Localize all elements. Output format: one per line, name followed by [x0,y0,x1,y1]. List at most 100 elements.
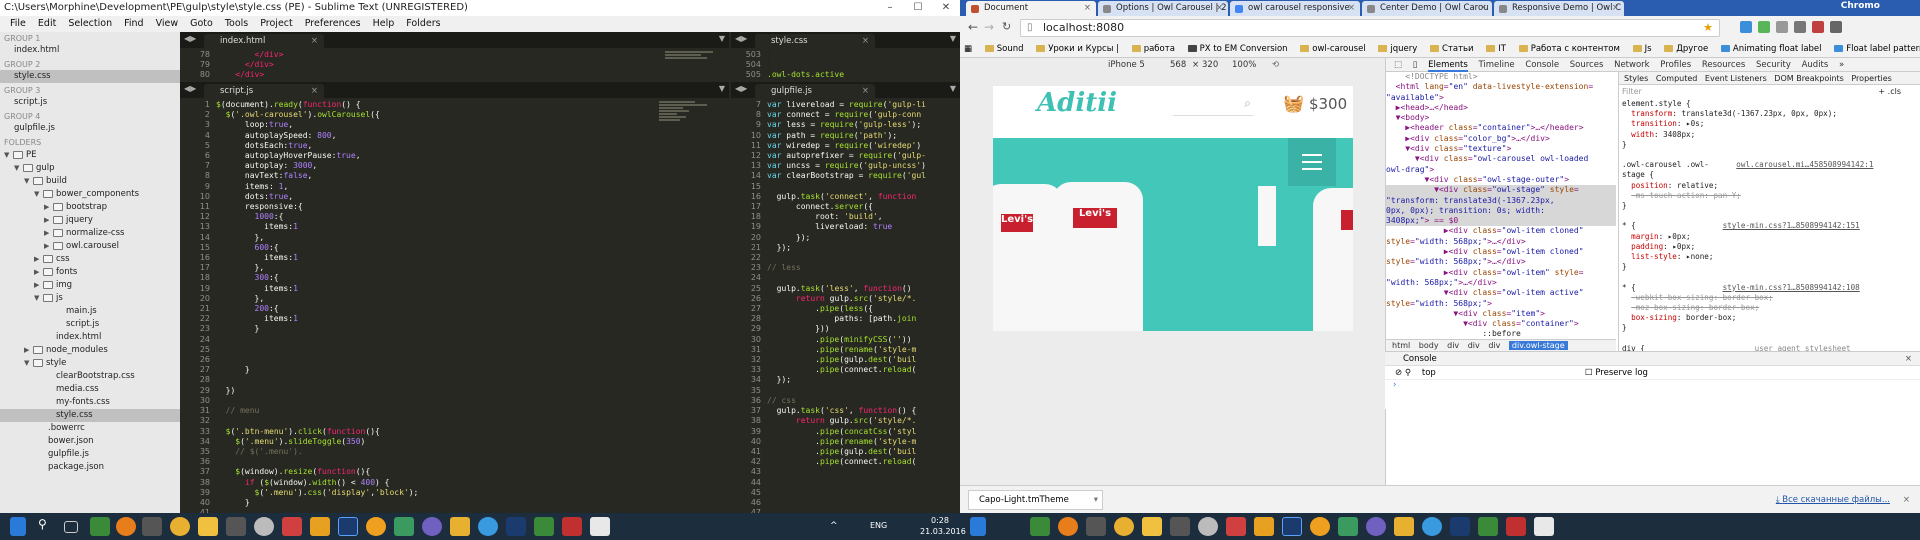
tree-file[interactable]: bower.json [0,435,180,448]
menu-icon[interactable] [1830,21,1842,33]
expand-icon[interactable]: ▼ [34,188,43,201]
app-icon[interactable] [1254,517,1274,536]
app-icon[interactable] [90,517,110,536]
tab-style-css[interactable]: style.css × [755,34,875,48]
app-icon[interactable] [1086,517,1106,536]
tree-file[interactable]: style.css [0,409,180,422]
tab-options[interactable]: Options | Owl Carousel | 2 × [1098,1,1228,16]
bookmark-item[interactable]: Уроки и Курсы | [1036,44,1119,54]
inspect-icon[interactable]: ⬚ [1394,60,1402,70]
app-icon[interactable] [1338,517,1358,536]
tab-gulpfile-js[interactable]: gulpfile.js × [755,84,875,98]
expand-icon[interactable]: ▼ [34,292,43,305]
tree-folder[interactable]: ▶ bootstrap [0,201,180,214]
collapse-icon[interactable]: ▶ [34,253,43,266]
menu-selection[interactable]: Selection [62,16,118,32]
tab-index-html[interactable]: index.html × [204,34,324,48]
app-icon[interactable] [282,517,302,536]
tray-chevron-icon[interactable]: ^ [830,521,838,531]
crumb[interactable]: body [1419,341,1439,350]
tab-document[interactable]: Document × [966,1,1096,16]
editor-pane-script[interactable]: ◀▶ script.js × ▼ 1 2 3 4 5 6 7 8 9 10 11 12 13 14 15 16 1… [180,82,729,513]
tree-folder[interactable]: ▶ fonts [0,266,180,279]
minimize-icon[interactable]: – [876,0,904,16]
app-icon[interactable] [394,517,414,536]
language-indicator[interactable]: ENG [870,521,887,530]
minimap[interactable] [659,100,719,122]
tab-scroll-left-icon[interactable]: ◀▶ [184,84,196,93]
explorer-icon[interactable] [1142,517,1162,536]
expand-icon[interactable]: ▼ [24,357,33,370]
photoshop-icon[interactable] [1282,517,1302,536]
tree-folder[interactable]: ▼ PE [0,149,180,162]
app-icon[interactable] [1534,517,1554,536]
app-icon[interactable] [1030,517,1050,536]
app-icon[interactable] [1394,517,1414,536]
chrome-icon[interactable] [1114,517,1134,536]
site-logo[interactable]: Aditii [1037,88,1117,118]
menu-goto[interactable]: Goto [184,16,219,32]
menu-edit[interactable]: Edit [32,16,62,32]
app-icon[interactable] [562,517,582,536]
hamburger-menu-button[interactable] [1288,138,1336,186]
tab-elements[interactable]: Elements [1428,60,1468,72]
tab-dom-breakpoints[interactable]: DOM Breakpoints [1774,74,1844,83]
device-height[interactable]: 320 [1202,58,1218,72]
minimap[interactable] [665,50,725,60]
tab-profiles[interactable]: Profiles [1660,60,1691,70]
collapse-icon[interactable]: ▶ [34,279,43,292]
close-icon[interactable]: × [1903,486,1910,513]
profile-name[interactable]: Chromo [1841,1,1880,11]
tab-audits[interactable]: Audits [1802,60,1829,70]
menu-project[interactable]: Project [254,16,299,32]
bookmark-item[interactable]: Float label pattern op [1834,44,1920,54]
collapse-icon[interactable]: ▶ [24,344,33,357]
back-icon[interactable]: ← [968,20,978,34]
tree-folder[interactable]: ▼ bower_components [0,188,180,201]
app-icon[interactable] [450,517,470,536]
app-icon[interactable] [142,517,162,536]
close-icon[interactable]: × [1216,1,1223,16]
tree-file[interactable]: media.css [0,383,180,396]
tab-center-demo[interactable]: Center Demo | Owl Carou × [1362,1,1492,16]
tab-responsive-demo[interactable]: Responsive Demo | Owl C × [1494,1,1624,16]
photoshop-icon[interactable] [506,517,526,536]
menu-folders[interactable]: Folders [400,16,446,32]
close-icon[interactable]: ✕ [932,0,960,16]
chrome-icon[interactable] [170,517,190,536]
extension-icon[interactable] [1776,21,1788,33]
skype-icon[interactable] [478,517,498,536]
photoshop-icon[interactable] [338,517,358,536]
tree-folder[interactable]: ▶ node_modules [0,344,180,357]
viber-icon[interactable] [1366,517,1386,536]
app-icon[interactable] [226,517,246,536]
tree-folder[interactable]: ▶ css [0,253,180,266]
close-icon[interactable]: × [862,84,869,98]
close-icon[interactable]: × [862,34,869,48]
more-tabs-icon[interactable]: » [1839,60,1844,70]
photoshop-icon[interactable] [1450,517,1470,536]
cart-button[interactable]: 🧺 $300 [1283,94,1347,114]
dom-tree[interactable]: <!DOCTYPE html> <html lang="en" data-liv… [1386,72,1616,337]
menu-view[interactable]: View [150,16,185,32]
collapse-icon[interactable]: ▶ [44,201,53,214]
crumb[interactable]: html [1392,341,1410,350]
tab-console[interactable]: Console [1525,60,1559,70]
crumb[interactable]: div [1468,341,1480,350]
apps-icon[interactable]: ▦ [964,44,972,54]
add-class-button[interactable]: + .cls [1878,87,1901,97]
tree-folder[interactable]: ▼ gulp [0,162,180,175]
tab-timeline[interactable]: Timeline [1478,60,1514,70]
task-view-icon[interactable] [64,521,78,533]
menu-find[interactable]: Find [118,16,149,32]
bookmark-item[interactable]: Animating float label [1720,44,1822,54]
crumb[interactable]: div [1488,341,1500,350]
app-icon[interactable] [254,517,274,536]
tab-menu-icon[interactable]: ▼ [719,34,725,43]
omnibox[interactable]: ▯ localhost:8080 ★ [1020,19,1720,37]
site-search-input[interactable]: ⌕ [1173,96,1253,116]
bookmark-item[interactable]: PX to EM Conversion [1187,44,1288,54]
forward-icon[interactable]: → [984,20,994,34]
tab-script-js[interactable]: script.js × [204,84,324,98]
search-icon[interactable]: ⌕ [1244,96,1251,111]
